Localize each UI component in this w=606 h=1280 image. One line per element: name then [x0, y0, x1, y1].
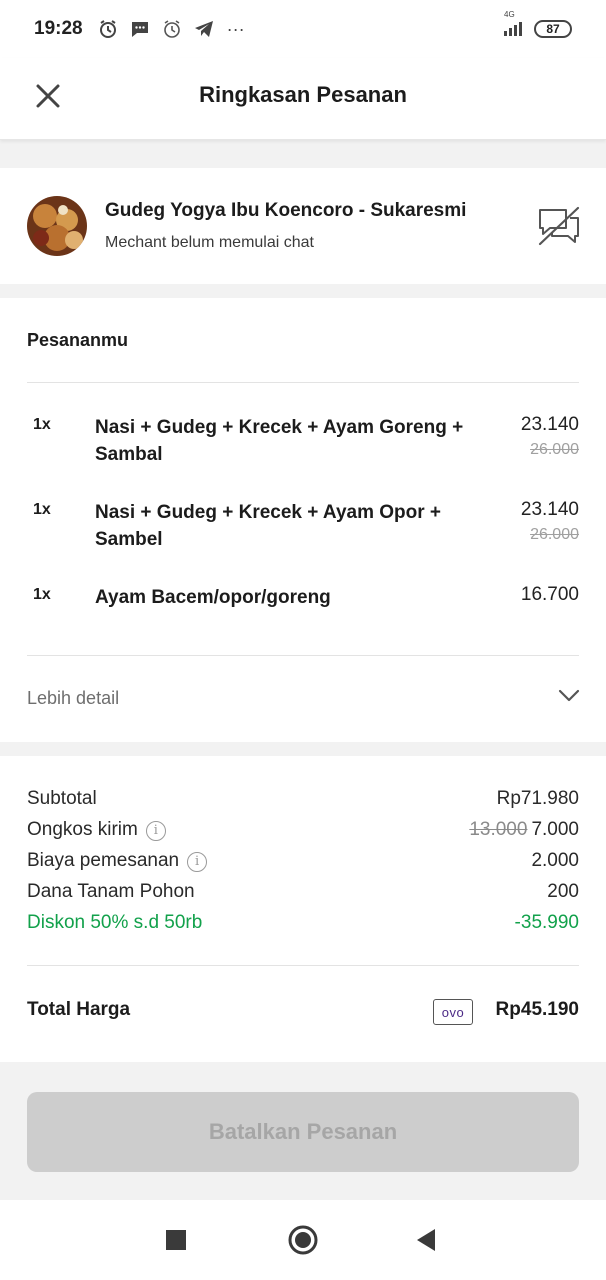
back-button[interactable]: [408, 1222, 444, 1258]
recent-apps-button[interactable]: [158, 1222, 194, 1258]
telegram-icon: [193, 18, 215, 40]
merchant-name: Gudeg Yogya Ibu Koencoro - Sukaresmi: [105, 200, 467, 221]
battery-indicator: 87: [534, 20, 572, 38]
subtotal-label: Subtotal: [27, 788, 97, 809]
subtotal-row: Subtotal Rp71.980: [27, 788, 579, 814]
merchant-card: Gudeg Yogya Ibu Koencoro - Sukaresmi Mec…: [0, 168, 606, 284]
order-original-price: 26.000: [530, 526, 579, 543]
order-original-price: 26.000: [530, 441, 579, 458]
network-label: 4G: [504, 10, 515, 19]
delivery-fee-original: 13.000: [469, 819, 528, 840]
tree-fund-value: 200: [547, 881, 579, 902]
delivery-fee-label: Ongkos kirim: [27, 819, 138, 840]
divider: [27, 382, 579, 383]
tree-fund-label: Dana Tanam Pohon: [27, 881, 195, 902]
discount-value: -35.990: [514, 912, 579, 933]
alarm-clock-icon: [161, 18, 183, 40]
delivery-fee-values: 13.000 7.000: [469, 819, 579, 841]
delivery-fee-label-wrap: Ongkos kirim i: [27, 819, 166, 841]
circle-icon: [288, 1225, 318, 1255]
cancel-order-button[interactable]: Batalkan Pesanan: [27, 1092, 579, 1172]
orders-section: Pesananmu 1x Nasi + Gudeg + Krecek + Aya…: [0, 298, 606, 742]
total-label: Total Harga: [27, 999, 131, 1020]
info-icon[interactable]: i: [187, 851, 208, 872]
order-qty: 1x: [33, 586, 51, 603]
info-icon[interactable]: i: [145, 820, 166, 841]
notification-icons: ···: [97, 18, 247, 40]
price-summary: Subtotal Rp71.980 Ongkos kirim i 13.000 7.…: [0, 756, 606, 1062]
signal-icon: 4G: [504, 10, 522, 36]
merchant-avatar: [27, 196, 87, 256]
page-title: Ringkasan Pesanan: [199, 82, 407, 107]
order-fee-row: Biaya pemesanan i 2.000: [27, 850, 579, 876]
more-detail-label: Lebih detail: [27, 688, 120, 708]
delivery-fee-value: 7.000: [531, 819, 579, 840]
ovo-payment-badge: OVO: [433, 999, 473, 1025]
status-bar: 19:28 ··· 4G 87: [0, 0, 606, 58]
more-notifications-icon: ···: [226, 18, 245, 39]
order-fee-label: Biaya pemesanan: [27, 850, 180, 871]
merchant-chat-status: Mechant belum memulai chat: [105, 234, 314, 251]
system-navigation-bar: [0, 1200, 606, 1280]
order-name: Nasi + Gudeg + Krecek + Ayam Opor + Samb…: [95, 502, 442, 550]
discount-label: Diskon 50% s.d 50rb: [27, 912, 203, 933]
divider: [27, 965, 579, 966]
order-price: 23.140: [520, 499, 579, 520]
divider: [27, 655, 579, 656]
message-icon: [129, 18, 151, 40]
total-value: Rp45.190: [495, 999, 579, 1020]
triangle-back-icon: [417, 1229, 435, 1251]
order-price: 16.700: [520, 584, 579, 605]
app-header: Ringkasan Pesanan: [0, 58, 606, 140]
home-button[interactable]: [285, 1222, 321, 1258]
square-icon: [166, 1230, 186, 1250]
chat-disabled-icon: [538, 206, 580, 246]
delivery-fee-row: Ongkos kirim i 13.000 7.000: [27, 819, 579, 845]
status-time: 19:28: [34, 18, 83, 39]
discount-row: Diskon 50% s.d 50rb -35.990: [27, 912, 579, 938]
alarm-icon: [97, 18, 119, 40]
order-qty: 1x: [33, 501, 51, 518]
chat-button[interactable]: [534, 202, 584, 252]
order-name: Nasi + Gudeg + Krecek + Ayam Goreng + Sa…: [95, 417, 464, 465]
more-detail-toggle[interactable]: Lebih detail: [0, 670, 606, 726]
chevron-down-icon: [558, 689, 580, 702]
order-price: 23.140: [520, 414, 579, 435]
subtotal-value: Rp71.980: [496, 788, 579, 809]
tree-fund-row: Dana Tanam Pohon 200: [27, 881, 579, 907]
order-name: Ayam Bacem/opor/goreng: [95, 587, 331, 608]
order-fee-label-wrap: Biaya pemesanan i: [27, 850, 208, 872]
orders-title: Pesananmu: [27, 330, 129, 350]
order-qty: 1x: [33, 416, 51, 433]
action-area: Batalkan Pesanan: [0, 1062, 606, 1198]
status-right: 4G 87: [504, 10, 572, 38]
order-fee-value: 2.000: [531, 850, 579, 871]
